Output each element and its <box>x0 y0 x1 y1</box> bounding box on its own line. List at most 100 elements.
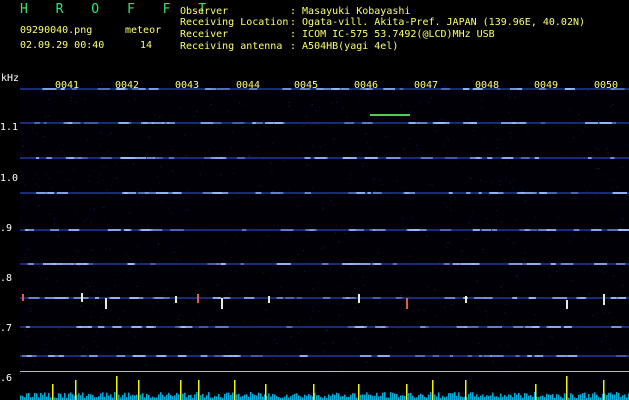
noise-speck <box>367 345 369 346</box>
carrier-highlight <box>221 263 226 265</box>
noise-speck <box>184 302 187 304</box>
noise-speck <box>266 235 269 237</box>
trace-bar <box>514 392 516 400</box>
noise-speck <box>513 242 515 244</box>
noise-speck <box>402 320 405 322</box>
noise-speck <box>378 99 381 101</box>
noise-speck <box>610 179 612 181</box>
meteor-ping <box>175 296 177 303</box>
carrier-highlight <box>285 297 295 299</box>
noise-speck <box>317 281 320 283</box>
noise-speck <box>184 134 186 136</box>
noise-speck <box>432 170 435 172</box>
noise-speck <box>60 171 63 173</box>
noise-speck <box>609 106 612 107</box>
noise-speck <box>341 225 344 227</box>
noise-speck <box>384 223 386 225</box>
trace-bar <box>458 392 460 400</box>
noise-speck <box>153 239 155 241</box>
noise-speck <box>231 303 233 305</box>
noise-speck <box>571 233 574 235</box>
noise-speck <box>111 81 113 83</box>
carrier-highlight <box>540 122 546 124</box>
noise-speck <box>505 163 508 165</box>
noise-speck <box>197 166 199 168</box>
trace-bar <box>434 394 436 400</box>
noise-speck <box>256 145 259 147</box>
carrier-highlight <box>342 263 353 265</box>
noise-speck <box>532 96 535 98</box>
noise-speck <box>390 259 393 261</box>
noise-speck <box>82 347 84 349</box>
trace-bar <box>584 392 586 400</box>
noise-speck <box>621 167 623 169</box>
noise-speck <box>475 218 477 220</box>
hrofft-window: H R O F F T 09290040.png 02.09.29 00:40 … <box>0 0 629 400</box>
trace-bar <box>494 396 496 400</box>
noise-speck <box>87 167 90 168</box>
y-tick-label: .6 <box>0 373 13 384</box>
noise-speck <box>483 140 485 142</box>
noise-speck <box>377 252 380 254</box>
trace-bar <box>206 395 208 400</box>
trace-bar <box>384 392 386 400</box>
noise-speck <box>97 181 100 183</box>
trace-bar <box>570 393 572 400</box>
noise-speck <box>55 93 58 95</box>
trace-bar <box>272 393 274 400</box>
noise-speck <box>568 240 571 242</box>
carrier-highlight <box>408 122 416 124</box>
noise-speck <box>289 233 291 235</box>
meteor-ping <box>465 296 467 303</box>
carrier-highlight <box>242 229 247 231</box>
carrier-highlight <box>77 263 89 265</box>
noise-speck <box>394 104 396 106</box>
noise-speck <box>323 342 326 344</box>
noise-speck <box>351 226 353 228</box>
noise-speck <box>400 295 402 296</box>
carrier-line <box>20 192 629 194</box>
carrier-highlight <box>612 192 627 194</box>
trace-bar <box>252 393 254 400</box>
noise-speck <box>164 295 166 297</box>
noise-speck <box>47 98 50 100</box>
noise-speck <box>311 306 314 308</box>
carrier-highlight <box>392 263 397 265</box>
noise-speck <box>580 357 582 359</box>
spectrogram-plot <box>20 80 629 400</box>
noise-speck <box>438 252 440 254</box>
noise-speck <box>122 159 124 161</box>
noise-speck <box>356 257 358 258</box>
noise-speck <box>162 151 165 153</box>
noise-speck <box>297 205 299 207</box>
carrier-highlight <box>65 157 74 159</box>
y-tick-label: .9 <box>0 223 13 234</box>
noise-speck <box>54 154 57 156</box>
trace-bar <box>608 392 610 400</box>
trace-separator <box>20 371 629 372</box>
noise-speck <box>236 270 238 272</box>
trace-spike <box>358 384 360 400</box>
carrier-highlight <box>469 122 477 124</box>
trace-bar <box>380 395 382 400</box>
noise-speck <box>476 322 479 324</box>
noise-speck <box>317 165 320 167</box>
noise-speck <box>77 251 80 252</box>
noise-speck <box>340 365 343 367</box>
trace-bar <box>408 393 410 400</box>
noise-speck <box>287 210 289 212</box>
noise-speck <box>145 364 148 366</box>
carrier-highlight <box>449 355 453 357</box>
time-tick-label: 0041 <box>55 80 80 91</box>
noise-speck <box>423 309 426 311</box>
noise-speck <box>254 278 257 280</box>
noise-speck <box>22 259 24 261</box>
noise-speck <box>415 144 418 146</box>
noise-speck <box>426 286 429 288</box>
noise-speck <box>549 269 551 271</box>
noise-speck <box>34 183 37 185</box>
noise-speck <box>29 303 32 305</box>
noise-speck <box>158 116 161 118</box>
noise-speck <box>353 281 356 283</box>
trace-bar <box>130 395 132 400</box>
